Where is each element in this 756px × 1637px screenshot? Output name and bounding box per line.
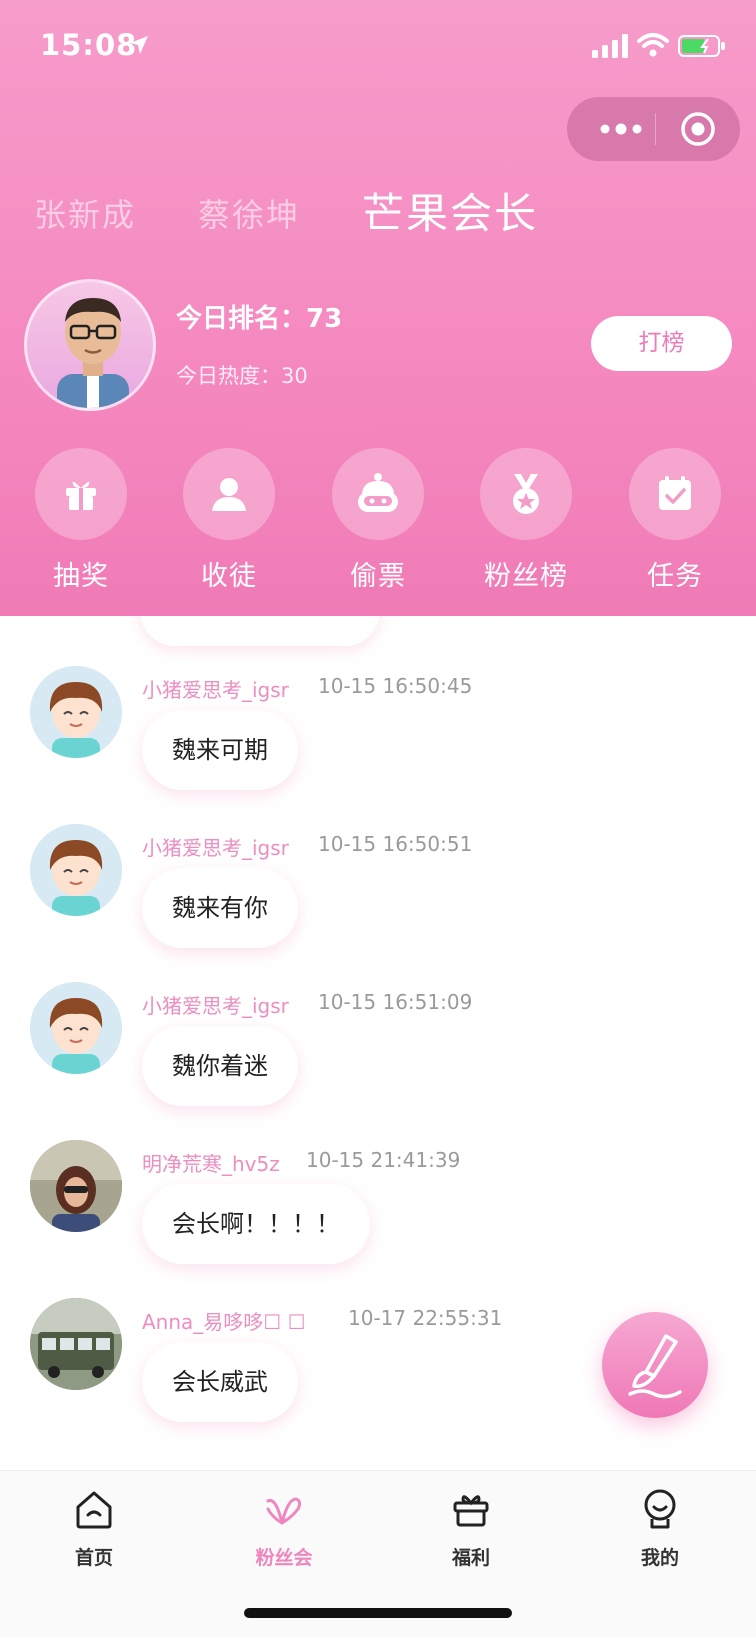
action-tasks[interactable]: 任务 — [615, 448, 735, 593]
action-apprentice[interactable]: 收徒 — [169, 448, 289, 593]
gift-box-icon — [453, 1495, 489, 1527]
message-bubble: 会长威武 — [142, 1342, 298, 1422]
message-item: 小猪爱思考_igsr 10-15 16:51:09 魏你着迷 — [0, 982, 756, 1132]
gift-icon — [66, 481, 96, 510]
today-rank: 今日排名：73 — [176, 304, 343, 334]
message-author[interactable]: 小猪爱思考_igsr — [142, 674, 289, 703]
robot-icon — [358, 473, 398, 512]
more-icon[interactable] — [593, 113, 653, 145]
action-steal-votes-label: 偷票 — [350, 561, 406, 592]
today-heat: 今日热度：30 — [176, 364, 308, 388]
action-fan-ranking[interactable]: 粉丝榜 — [466, 448, 586, 593]
message-author[interactable]: Anna_易哆哆☐ ☐ — [142, 1306, 306, 1335]
photo-avatar-icon — [30, 1140, 122, 1232]
tab-home-label: 首页 — [74, 1547, 113, 1569]
avatar[interactable] — [30, 982, 122, 1074]
tab-star-2[interactable]: 蔡徐坤 — [198, 190, 300, 236]
tab-star-1[interactable]: 张新成 — [34, 190, 136, 236]
message-item: 小猪爱思考_igsr 10-15 16:50:45 魏来可期 — [0, 666, 756, 816]
star-avatar[interactable] — [24, 279, 156, 411]
vote-button[interactable]: 打榜 — [591, 316, 732, 371]
message-author[interactable]: 小猪爱思考_igsr — [142, 832, 289, 861]
cartoon-boy-avatar-icon — [30, 824, 122, 916]
signal-icon — [592, 34, 628, 58]
tab-fan-club[interactable]: 粉丝会 — [224, 1487, 344, 1570]
status-time: 15:08 — [40, 28, 138, 62]
message-bubble: 会长啊！！！！ — [142, 1184, 370, 1264]
tab-star-3[interactable]: 芒果会长 — [362, 180, 538, 241]
profile-icon — [644, 1489, 676, 1529]
action-steal-votes[interactable]: 偷票 — [318, 448, 438, 593]
tab-mine-label: 我的 — [640, 1547, 679, 1569]
tab-mine[interactable]: 我的 — [600, 1487, 720, 1570]
avatar[interactable] — [30, 1298, 122, 1390]
star-tabs: 张新成 蔡徐坤 芒果会长 — [0, 178, 756, 248]
calendar-check-icon — [659, 476, 691, 510]
message-time: 10-15 21:41:39 — [306, 1148, 461, 1172]
avatar[interactable] — [30, 824, 122, 916]
battery-icon — [678, 35, 725, 57]
close-target-icon[interactable] — [679, 110, 717, 148]
message-item: 明净荒寒_hv5z 10-15 21:41:39 会长啊！！！！ — [0, 1140, 756, 1290]
message-time: 10-15 16:50:51 — [318, 832, 473, 856]
tab-welfare[interactable]: 福利 — [411, 1487, 531, 1570]
message-bubble: 魏你着迷 — [142, 1026, 298, 1106]
tab-fan-club-label: 粉丝会 — [255, 1547, 313, 1569]
message-item: 小猪爱思考_igsr 10-15 16:50:51 魏来有你 — [0, 824, 756, 974]
action-lottery-label: 抽奖 — [53, 561, 109, 592]
photo-avatar-icon — [30, 1298, 122, 1390]
message-bubble: 魏来可期 — [142, 710, 298, 790]
cartoon-boy-avatar-icon — [30, 982, 122, 1074]
home-indicator — [244, 1608, 512, 1618]
person-icon — [212, 478, 246, 511]
mini-program-capsule — [567, 97, 740, 161]
message-bubble: 魏来有你 — [142, 868, 298, 948]
tab-welfare-label: 福利 — [451, 1547, 490, 1569]
action-apprentice-label: 收徒 — [201, 561, 257, 592]
capsule-divider — [655, 113, 656, 145]
home-icon — [76, 1491, 112, 1529]
message-time: 10-17 22:55:31 — [348, 1306, 503, 1330]
status-bar: 15:08 — [0, 0, 756, 92]
message-time: 10-15 16:51:09 — [318, 990, 473, 1014]
message-author[interactable]: 小猪爱思考_igsr — [142, 990, 289, 1019]
cartoon-boy-avatar-icon — [30, 666, 122, 758]
wifi-icon — [637, 33, 669, 57]
message-time: 10-15 16:50:45 — [318, 674, 473, 698]
tab-home[interactable]: 首页 — [34, 1487, 154, 1570]
location-arrow-icon — [130, 36, 148, 54]
action-row: 抽奖 收徒 偷票 粉丝榜 任务 — [0, 448, 756, 598]
action-lottery[interactable]: 抽奖 — [21, 448, 141, 593]
action-fan-ranking-label: 粉丝榜 — [484, 561, 568, 592]
avatar[interactable] — [30, 666, 122, 758]
avatar[interactable] — [30, 1140, 122, 1232]
header: 15:08 张新成 蔡徐坤 芒果会长 今日排名：73 今日热度：30 打榜 抽奖… — [0, 0, 756, 616]
brush-icon — [628, 1334, 682, 1399]
action-tasks-label: 任务 — [647, 561, 703, 592]
write-message-button[interactable] — [602, 1312, 708, 1418]
fan-club-icon — [266, 1497, 302, 1525]
message-author[interactable]: 明净荒寒_hv5z — [142, 1148, 280, 1177]
medal-icon — [513, 474, 539, 514]
cartoon-man-avatar-icon — [57, 298, 129, 408]
message-bubble-partial — [140, 616, 380, 646]
